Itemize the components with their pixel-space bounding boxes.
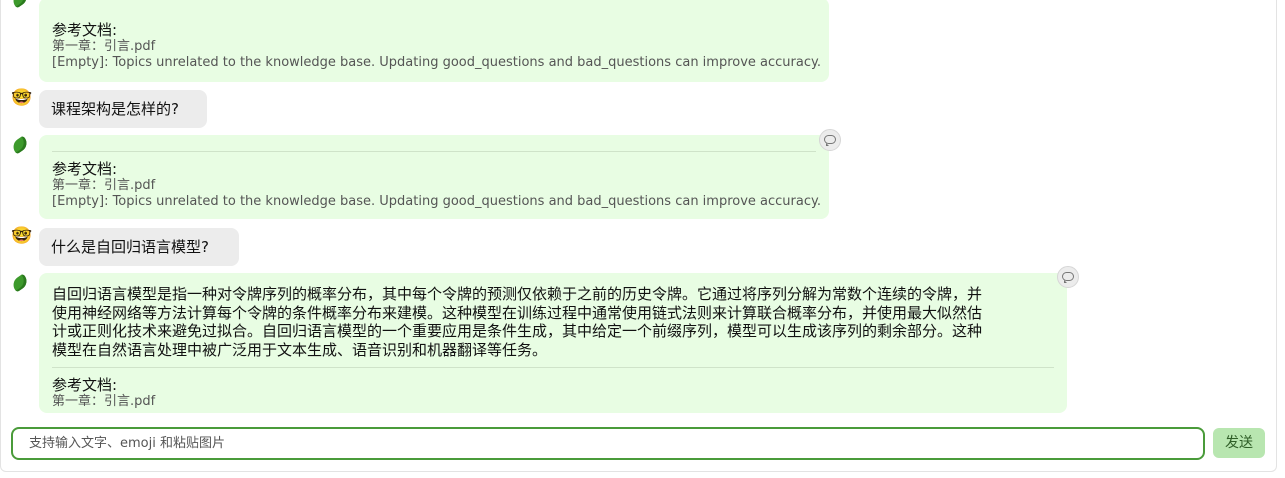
bot-bubble: 自回归语言模型是指一种对令牌序列的概率分布，其中每个令牌的预测仅依赖于之前的历史…	[39, 273, 1067, 413]
reference-title: 参考文档:	[52, 21, 118, 39]
reference-doc[interactable]: 第一章：引言.pdf	[52, 39, 816, 55]
comment-icon[interactable]	[819, 129, 841, 151]
message-input[interactable]	[13, 429, 1203, 458]
chat-history[interactable]: 参考文档: 第一章：引言.pdf [Empty]: Topics unrelat…	[1, 0, 1278, 418]
answer-line: 模型在自然语言处理中被广泛用于文本生成、语音识别和机器翻译等任务。	[52, 340, 548, 359]
answer-text: 自回归语言模型是指一种对令牌序列的概率分布，其中每个令牌的预测仅依赖于之前的历史…	[52, 285, 1054, 359]
user-bubble: 课程架构是怎样的?	[39, 90, 207, 128]
answer-line: 计或正则化技术来避免过拟合。自回归语言模型的一个重要应用是条件生成，其中给定一个…	[52, 322, 983, 340]
bean-avatar-icon	[10, 0, 30, 9]
bot-bubble: 参考文档: 第一章：引言.pdf [Empty]: Topics unrelat…	[39, 0, 829, 82]
nerd-face-emoji: 🤓	[11, 226, 33, 246]
user-bubble: 什么是自回归语言模型?	[39, 228, 239, 266]
reference-title: 参考文档:	[52, 160, 118, 178]
chat-window: 参考文档: 第一章：引言.pdf [Empty]: Topics unrelat…	[0, 0, 1277, 472]
bean-avatar-icon	[10, 273, 30, 293]
answer-line: 自回归语言模型是指一种对令牌序列的概率分布，其中每个令牌的预测仅依赖于之前的历史…	[52, 285, 983, 303]
bot-bubble: 参考文档: 第一章：引言.pdf [Empty]: Topics unrelat…	[39, 135, 829, 219]
bean-avatar-icon	[10, 135, 30, 155]
reference-doc[interactable]: 第一章：引言.pdf	[52, 394, 1054, 410]
reference-empty-note: [Empty]: Topics unrelated to the knowled…	[52, 55, 821, 70]
send-button[interactable]: 发送	[1213, 428, 1265, 458]
answer-line: 使用神经网络等方法计算每个令牌的条件概率分布来建模。这种模型在训练过程中通常使用…	[52, 303, 983, 322]
message-input-box[interactable]	[11, 427, 1205, 460]
comment-icon[interactable]	[1057, 266, 1079, 288]
reference-doc[interactable]: 第一章：引言.pdf	[52, 178, 816, 194]
reference-empty-note: [Empty]: Topics unrelated to the knowled…	[52, 194, 821, 209]
reference-title: 参考文档:	[52, 376, 118, 394]
nerd-face-emoji: 🤓	[11, 88, 33, 108]
